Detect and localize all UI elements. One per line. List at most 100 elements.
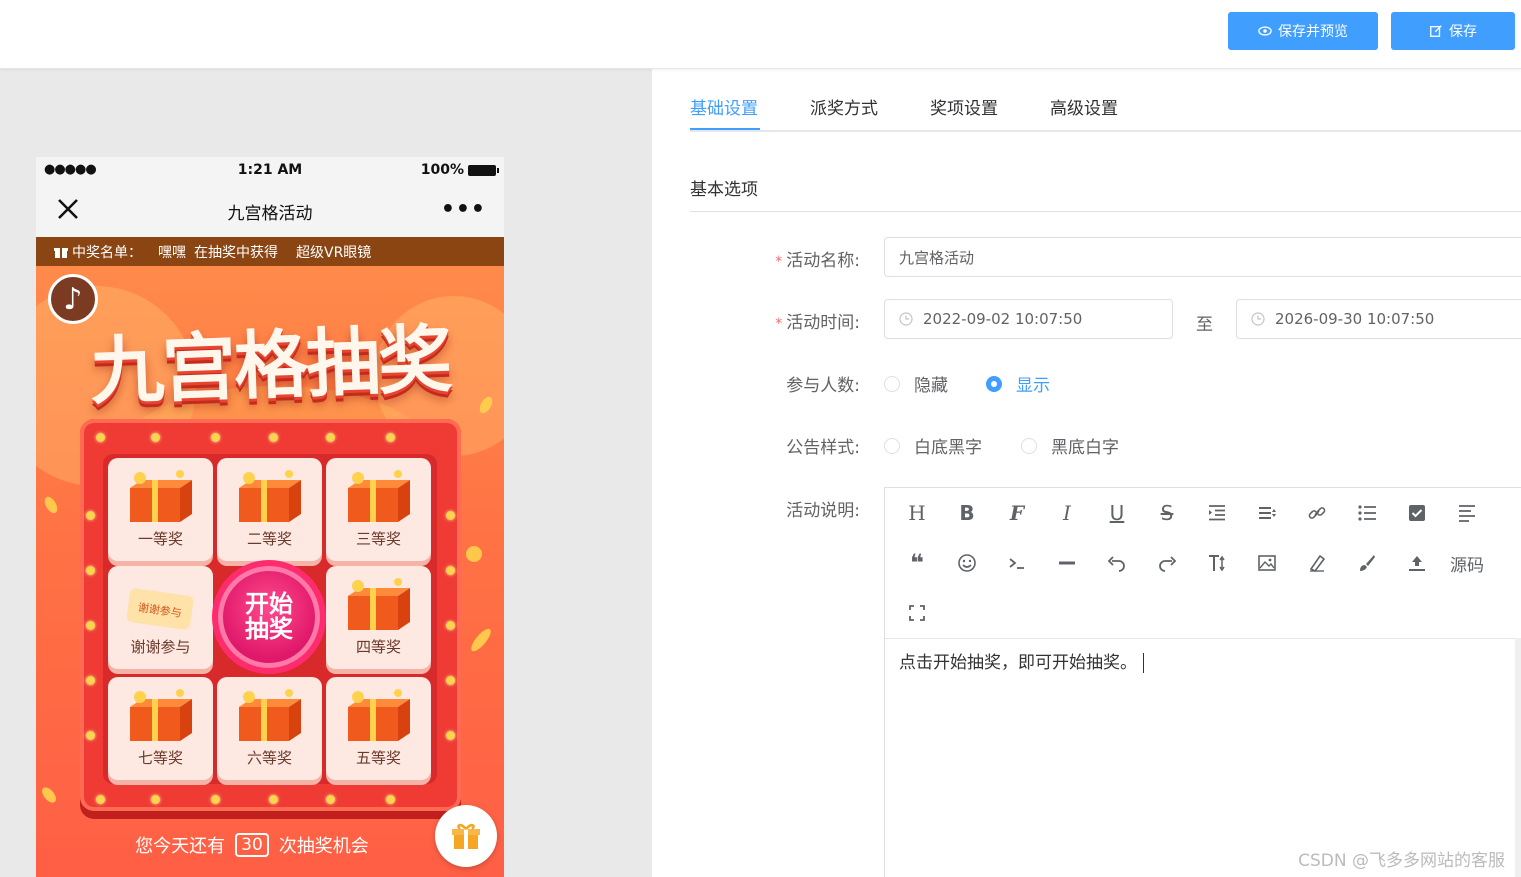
board-light: [446, 621, 455, 630]
participants-radio-hide[interactable]: 隐藏: [884, 371, 948, 396]
prize-cell[interactable]: 五等奖: [326, 677, 431, 780]
source-code-button[interactable]: 源码: [1442, 548, 1492, 578]
undo-icon[interactable]: [1102, 548, 1132, 578]
editor-toolbar: H B F I U S ❝ 源码: [885, 488, 1521, 639]
section-divider: [690, 211, 1521, 212]
battery-percent: 100%: [420, 162, 464, 178]
tab-advanced-settings[interactable]: 高级设置: [1050, 94, 1118, 119]
board-light: [386, 433, 395, 442]
radio-label: 隐藏: [914, 376, 948, 396]
notice-prize: 超级VR眼镜: [296, 244, 372, 261]
board-light: [96, 433, 105, 442]
notice-winner: 嘿嘿: [158, 244, 186, 261]
font-icon[interactable]: F: [1002, 498, 1032, 528]
checkbox-icon[interactable]: [1402, 498, 1432, 528]
board-light: [386, 795, 395, 804]
radio-circle: [1021, 437, 1037, 454]
phone-preview: ●●●●● 1:21 AM 100% 九宫格活动 ••• 中奖名单： 嘿嘿 在抽…: [36, 157, 504, 877]
activity-time-label-text: 活动时间:: [786, 313, 860, 333]
redo-icon[interactable]: [1152, 548, 1182, 578]
thanks-card-icon: 谢谢参与: [126, 588, 194, 630]
prize-cell[interactable]: 三等奖: [326, 458, 431, 561]
activity-name-value: 九宫格活动: [899, 248, 975, 267]
eraser-icon[interactable]: [1302, 548, 1332, 578]
tab-prize-settings[interactable]: 奖项设置: [930, 94, 998, 119]
end-time-input[interactable]: 2026-09-30 10:07:50: [1236, 299, 1521, 339]
paintbrush-icon[interactable]: [1352, 548, 1382, 578]
editor-scrollbar[interactable]: [1515, 638, 1521, 877]
save-and-preview-label: 保存并预览: [1278, 24, 1348, 40]
emoji-icon[interactable]: [952, 548, 982, 578]
section-title: 基本选项: [690, 180, 758, 200]
underline-icon[interactable]: U: [1102, 498, 1132, 528]
sparkle-decoration: [468, 626, 494, 654]
line-height-icon[interactable]: [1252, 498, 1282, 528]
prize-label: 六等奖: [246, 749, 292, 767]
description-label: 活动说明:: [786, 501, 860, 521]
more-icon[interactable]: •••: [441, 197, 486, 222]
horizontal-rule-icon[interactable]: [1052, 548, 1082, 578]
prize-cell[interactable]: 四等奖: [326, 566, 431, 669]
end-time-value: 2026-09-30 10:07:50: [1275, 310, 1435, 328]
my-prizes-button[interactable]: [435, 805, 497, 867]
fullscreen-icon[interactable]: [902, 598, 932, 628]
prize-cell[interactable]: 二等奖: [217, 458, 322, 561]
align-icon[interactable]: [1452, 498, 1482, 528]
bold-icon[interactable]: B: [952, 498, 982, 528]
notice-style-radio-white[interactable]: 白底黑字: [884, 433, 982, 458]
winner-notice-bar: 中奖名单： 嘿嘿 在抽奖中获得 超级VR眼镜: [36, 237, 504, 266]
text-size-icon[interactable]: [1202, 548, 1232, 578]
code-icon[interactable]: [1002, 548, 1032, 578]
activity-name-label-text: 活动名称:: [786, 251, 860, 271]
activity-name-label: * 活动名称:: [680, 246, 860, 271]
board-light: [96, 795, 105, 804]
image-icon[interactable]: [1252, 548, 1282, 578]
remaining-chances: 您今天还有 30 次抽奖机会: [36, 832, 504, 858]
prize-cell[interactable]: 七等奖: [108, 677, 213, 780]
heading-icon[interactable]: H: [902, 498, 932, 528]
indent-icon[interactable]: [1202, 498, 1232, 528]
start-lottery-label: 开始抽奖: [245, 589, 293, 643]
notice-style-radio-black[interactable]: 黑底白字: [1021, 433, 1119, 458]
save-and-preview-button[interactable]: 保存并预览: [1228, 12, 1378, 50]
radio-label: 黑底白字: [1051, 438, 1119, 458]
board-light: [86, 566, 95, 575]
upload-icon[interactable]: [1402, 548, 1432, 578]
gift-box-icon: [130, 470, 192, 522]
quote-icon[interactable]: ❝: [902, 548, 932, 578]
board-light: [326, 795, 335, 804]
save-label: 保存: [1449, 24, 1477, 40]
battery-status: 100%: [420, 162, 499, 178]
board-light: [86, 731, 95, 740]
chance-count: 30: [235, 833, 269, 857]
italic-icon[interactable]: I: [1052, 498, 1082, 528]
start-lottery-button[interactable]: 开始抽奖: [218, 566, 320, 668]
prize-cell[interactable]: 一等奖: [108, 458, 213, 561]
activity-name-input[interactable]: 九宫格活动: [884, 237, 1521, 277]
gift-box-icon: [130, 689, 192, 741]
top-toolbar: 保存并预览 保存: [0, 0, 1521, 69]
notice-middle: 在抽奖中获得: [194, 244, 278, 261]
prize-label: 七等奖: [137, 749, 183, 767]
tab-award-method[interactable]: 派奖方式: [810, 94, 878, 119]
board-light: [446, 511, 455, 520]
prize-cell[interactable]: 六等奖: [217, 677, 322, 780]
prize-cell[interactable]: 谢谢参与 谢谢参与: [108, 566, 213, 669]
link-icon[interactable]: [1302, 498, 1332, 528]
start-time-input[interactable]: 2022-09-02 10:07:50: [884, 299, 1173, 339]
notice-style-label: 公告样式:: [786, 438, 860, 458]
participants-radio-show[interactable]: 显示: [986, 371, 1050, 396]
save-button[interactable]: 保存: [1391, 12, 1515, 50]
gift-icon: [452, 823, 480, 849]
list-icon[interactable]: [1352, 498, 1382, 528]
gift-box-icon: [348, 578, 410, 630]
strikethrough-icon[interactable]: S: [1152, 498, 1182, 528]
sparkle-decoration: [42, 494, 60, 516]
edit-icon: [1430, 25, 1442, 37]
settings-tabs: 基础设置 派奖方式 奖项设置 高级设置: [690, 88, 1521, 132]
editor-content[interactable]: 点击开始抽奖，即可开始抽奖。: [899, 648, 1144, 673]
tab-basic-settings[interactable]: 基础设置: [690, 94, 758, 119]
start-time-value: 2022-09-02 10:07:50: [923, 310, 1083, 328]
clock-icon: [899, 312, 913, 326]
radio-circle: [986, 375, 1002, 392]
